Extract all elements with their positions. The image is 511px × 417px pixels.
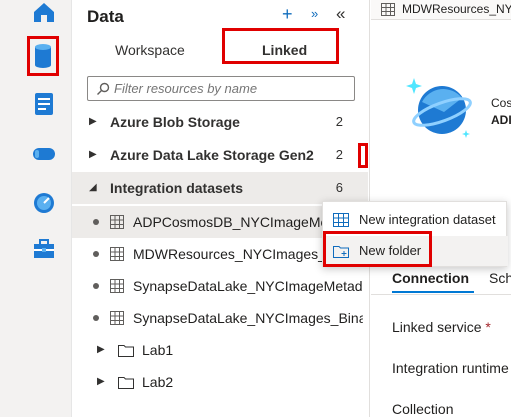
table-icon	[110, 311, 124, 325]
collection-label: Collection	[392, 401, 454, 417]
required-mark: *	[485, 319, 491, 335]
expand-caret-icon[interactable]: ▶	[97, 344, 105, 355]
panel-title: Data	[87, 7, 124, 26]
table-icon	[333, 213, 349, 227]
activity-rail	[0, 0, 72, 417]
integration-runtime-label: Integration runtime	[392, 360, 509, 376]
collapse-caret-icon[interactable]: ◢	[89, 182, 97, 193]
home-icon[interactable]	[24, 0, 64, 32]
folder-icon	[118, 345, 134, 357]
search-icon	[97, 82, 110, 95]
tab-divider	[371, 294, 511, 295]
tab-schema[interactable]: Sch	[489, 270, 511, 286]
bullet-icon	[93, 219, 99, 225]
monitor-gauge-icon[interactable]	[24, 183, 64, 223]
tree-group-adls-gen2[interactable]: ▶ Azure Data Lake Storage Gen2 2	[72, 139, 368, 171]
filter-resources-input[interactable]: Filter resources by name	[87, 76, 355, 101]
table-icon	[381, 3, 395, 16]
active-tab-underline	[392, 291, 474, 293]
table-icon	[110, 247, 124, 261]
more-actions-highlight[interactable]	[358, 143, 368, 168]
tab-linked[interactable]: Linked	[262, 42, 307, 58]
bullet-icon	[93, 283, 99, 289]
item-count: 2	[335, 147, 343, 162]
integrate-pipeline-icon[interactable]	[24, 134, 64, 174]
search-placeholder: Filter resources by name	[114, 81, 258, 96]
database-icon	[35, 44, 51, 68]
bullet-icon	[93, 251, 99, 257]
expand-caret-icon[interactable]: ▶	[89, 116, 97, 127]
table-icon	[110, 215, 124, 229]
tree-group-blob-storage[interactable]: ▶ Azure Blob Storage 2	[72, 106, 368, 138]
tree-group-integration-datasets[interactable]: ◢ Integration datasets 6	[72, 172, 368, 204]
folder-item[interactable]: ▶ Lab1	[72, 334, 368, 366]
tab-workspace[interactable]: Workspace	[115, 42, 185, 58]
editor-tab-bar: MDWResources_NYCI	[371, 0, 511, 20]
collapse-panel-icon[interactable]: «	[336, 4, 345, 24]
data-hub-button[interactable]	[27, 36, 59, 76]
resource-name-text: ADI	[491, 113, 511, 127]
new-folder-highlight	[323, 231, 432, 267]
expand-caret-icon[interactable]: ▶	[89, 149, 97, 160]
editor-tab-title[interactable]: MDWResources_NYCI	[402, 2, 511, 16]
manage-toolbox-icon[interactable]	[24, 229, 64, 269]
add-resource-plus-icon[interactable]: +	[282, 4, 293, 25]
folder-item[interactable]: ▶ Lab2	[72, 366, 368, 398]
table-icon	[110, 279, 124, 293]
collapse-all-icon[interactable]: »	[311, 6, 318, 21]
cosmos-db-icon	[406, 78, 472, 138]
bullet-icon	[93, 315, 99, 321]
item-count: 6	[335, 180, 343, 195]
dataset-item[interactable]: SynapseDataLake_NYCImages_Binary	[72, 302, 368, 334]
develop-icon[interactable]	[24, 84, 64, 124]
dataset-item[interactable]: SynapseDataLake_NYCImageMetada...	[72, 270, 368, 302]
linked-service-label: Linked service *	[392, 319, 491, 335]
expand-caret-icon[interactable]: ▶	[97, 376, 105, 387]
resource-type-text: Cos	[491, 96, 511, 110]
item-count: 2	[335, 114, 343, 129]
tab-connection[interactable]: Connection	[392, 270, 469, 286]
folder-icon	[118, 377, 134, 389]
